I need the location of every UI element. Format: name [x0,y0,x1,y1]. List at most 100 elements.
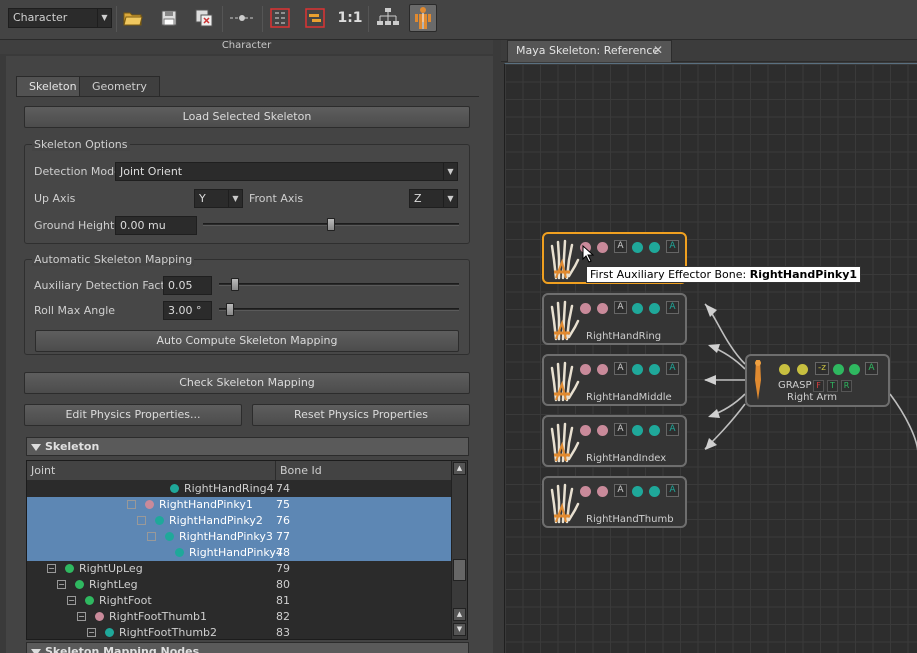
skeleton-tree[interactable]: Joint Bone Id RightHandRing4 74 RightHandP… [26,460,468,640]
character-select[interactable]: Character ▼ [8,8,112,28]
open-folder-button[interactable] [119,4,147,32]
status-dot-yellow[interactable] [779,364,790,375]
tree-row[interactable]: RightHandPinky3 77 [27,529,452,545]
up-axis-select[interactable]: Y ▼ [194,189,243,208]
reset-physics-button[interactable]: Reset Physics Properties [252,404,470,426]
r-badge[interactable]: R [841,380,852,392]
scrollbar-thumb[interactable] [453,559,466,581]
axis-badge[interactable]: -z [815,362,829,375]
align-button[interactable] [301,4,329,32]
expander-icon[interactable]: − [47,564,56,573]
load-skeleton-button[interactable]: Load Selected Skeleton [24,106,470,128]
status-dot-pink[interactable] [580,486,591,497]
save-as-button[interactable] [190,4,218,32]
zoom-reset-button[interactable]: 1:1 [336,4,364,32]
status-dot-teal[interactable] [649,425,660,436]
finger-node[interactable]: A A RightHandMiddle [542,354,687,406]
f-badge[interactable]: F [813,380,824,392]
status-dot-teal[interactable] [632,425,643,436]
auto-badge[interactable]: A [666,240,679,253]
expander-icon[interactable]: − [57,580,66,589]
scroll-down-icon[interactable]: ▼ [453,623,466,636]
auto-badge[interactable]: A [614,362,627,375]
expander-icon[interactable] [137,516,146,525]
skeleton-section-header[interactable]: Skeleton [26,437,469,456]
status-dot-green[interactable] [849,364,860,375]
status-dot-pink[interactable] [580,425,591,436]
auto-badge[interactable]: A [666,362,679,375]
status-dot-pink[interactable] [580,364,591,375]
tab-skeleton-reference[interactable]: Maya Skeleton: Reference ✕ [507,40,672,62]
auto-badge[interactable]: A [666,423,679,436]
auto-badge[interactable]: A [666,301,679,314]
tree-row[interactable]: RightHandPinky1 75 [27,497,452,513]
save-button[interactable] [155,4,183,32]
roll-max-angle-input[interactable]: 3.00 ° [163,301,212,320]
status-dot-teal[interactable] [632,364,643,375]
edit-physics-button[interactable]: Edit Physics Properties... [24,404,242,426]
column-header-joint[interactable]: Joint [27,461,276,481]
character-view-button[interactable] [409,4,437,32]
auto-compute-button[interactable]: Auto Compute Skeleton Mapping [35,330,459,352]
tree-scrollbar[interactable]: ▲ ▲ ▼ [451,461,467,639]
column-header-bone-id[interactable]: Bone Id [276,461,453,481]
finger-node[interactable]: A A RightHandIndex [542,415,687,467]
status-dot-teal[interactable] [649,364,660,375]
detection-mode-select[interactable]: Joint Orient ▼ [115,162,458,181]
right-arm-node[interactable]: -z A GRASP F T R Right Arm [745,354,890,407]
tree-row[interactable]: RightHandRing4 74 [27,481,452,497]
aux-detection-input[interactable]: 0.05 [163,276,212,295]
tree-row[interactable]: − RightUpLeg 79 [27,561,452,577]
node-graph[interactable]: A A A A RightHandRing A A RightHandMiddle A A Righ… [504,63,917,653]
ground-height-slider-thumb[interactable] [327,218,335,231]
roll-max-angle-slider[interactable] [219,308,459,311]
mapping-nodes-section-header[interactable]: Skeleton Mapping Nodes [26,642,469,653]
hierarchy-button[interactable] [374,4,402,32]
tree-row[interactable]: − RightLeg 80 [27,577,452,593]
status-dot-teal[interactable] [649,486,660,497]
roll-max-angle-slider-thumb[interactable] [225,303,234,316]
tree-row[interactable]: − RightFoot 81 [27,593,452,609]
tree-row[interactable]: RightHandPinky2 76 [27,513,452,529]
status-dot-teal[interactable] [632,242,643,253]
tree-row[interactable]: − RightFootThumb1 82 [27,609,452,625]
t-badge[interactable]: T [827,380,838,392]
auto-badge[interactable]: A [865,362,878,375]
status-dot-teal[interactable] [632,486,643,497]
finger-node[interactable]: A A RightHandThumb [542,476,687,528]
tab-geometry[interactable]: Geometry [79,76,160,97]
status-dot-pink[interactable] [597,364,608,375]
status-dot-pink[interactable] [597,425,608,436]
expander-icon[interactable] [127,500,136,509]
scroll-up-icon[interactable]: ▲ [453,462,466,475]
ground-height-input[interactable]: 0.00 mu [115,216,197,235]
status-dot-pink[interactable] [597,303,608,314]
scroll-up-icon[interactable]: ▲ [453,608,466,621]
check-mapping-button[interactable]: Check Skeleton Mapping [24,372,470,394]
status-dot-pink[interactable] [597,242,608,253]
expander-icon[interactable]: − [87,628,96,637]
status-dot-green[interactable] [833,364,844,375]
status-dot-teal[interactable] [649,303,660,314]
tree-row[interactable]: − RightFootThumb2 83 [27,625,452,639]
status-dot-pink[interactable] [580,303,591,314]
auto-badge[interactable]: A [666,484,679,497]
close-icon[interactable]: ✕ [653,43,663,57]
expander-icon[interactable]: − [77,612,86,621]
status-dot-teal[interactable] [649,242,660,253]
status-dot-pink[interactable] [597,486,608,497]
status-dot-teal[interactable] [632,303,643,314]
front-axis-select[interactable]: Z ▼ [409,189,458,208]
aux-detection-slider[interactable] [219,283,459,286]
aux-detection-slider-thumb[interactable] [230,278,239,291]
auto-badge[interactable]: A [614,423,627,436]
tree-row[interactable]: RightHandPinky4 78 [27,545,452,561]
expander-icon[interactable]: − [67,596,76,605]
auto-badge[interactable]: A [614,484,627,497]
connect-button[interactable] [228,4,256,32]
auto-badge[interactable]: A [614,301,627,314]
status-dot-yellow[interactable] [797,364,808,375]
expander-icon[interactable] [147,532,156,541]
finger-node[interactable]: A A RightHandRing [542,293,687,345]
list-view-button[interactable] [266,4,294,32]
